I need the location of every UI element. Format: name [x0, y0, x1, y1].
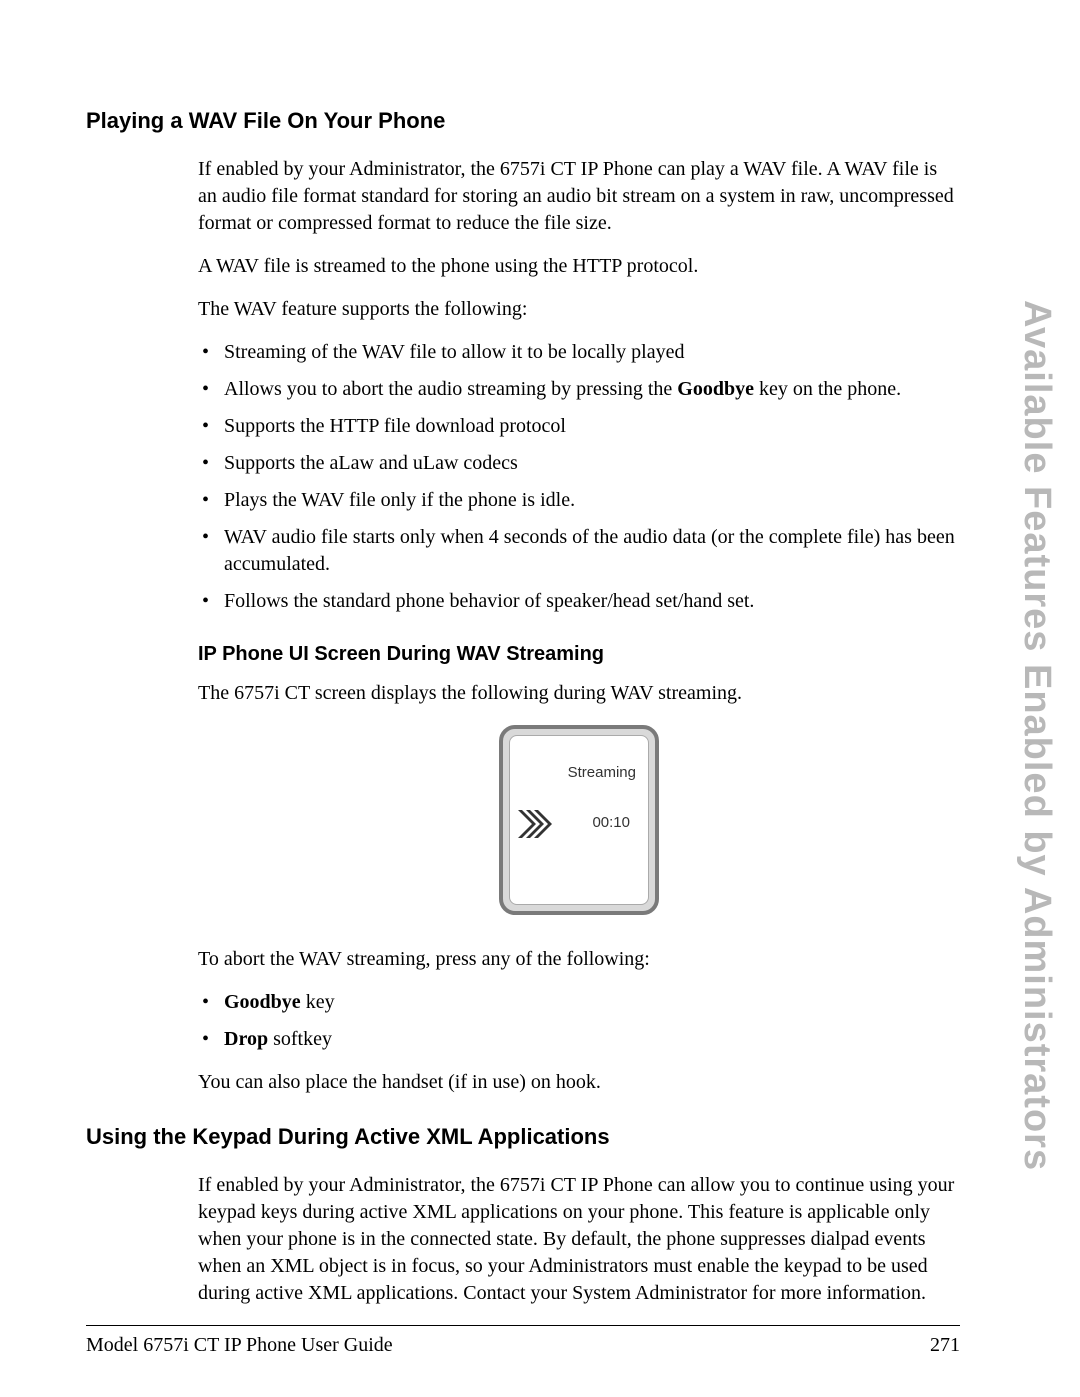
bold-word: Drop [224, 1028, 268, 1050]
list-item: WAV audio file starts only when 4 second… [198, 524, 960, 578]
list-item: Plays the WAV file only if the phone is … [198, 487, 960, 514]
text: key on the phone. [754, 378, 901, 400]
section1-body: If enabled by your Administrator, the 67… [198, 156, 960, 1096]
footer-page-number: 271 [930, 1334, 960, 1357]
footer-left: Model 6757i CT IP Phone User Guide [86, 1334, 393, 1357]
page: Available Features Enabled by Administra… [0, 0, 1080, 1397]
paragraph: The WAV feature supports the following: [198, 296, 960, 323]
bold-word: Goodbye [224, 991, 301, 1013]
main-content: Playing a WAV File On Your Phone If enab… [86, 108, 960, 1323]
side-section-label: Available Features Enabled by Administra… [1018, 300, 1056, 1171]
paragraph: If enabled by your Administrator, the 67… [198, 1172, 960, 1307]
text: Allows you to abort the audio streaming … [224, 378, 677, 400]
section-heading-keypad: Using the Keypad During Active XML Appli… [86, 1124, 960, 1150]
text: key [301, 991, 335, 1013]
section2-body: If enabled by your Administrator, the 67… [198, 1172, 960, 1307]
paragraph: You can also place the handset (if in us… [198, 1069, 960, 1096]
screen-time: 00:10 [592, 814, 630, 831]
feature-list: Streaming of the WAV file to allow it to… [198, 339, 960, 615]
list-item: Streaming of the WAV file to allow it to… [198, 339, 960, 366]
list-item: Follows the standard phone behavior of s… [198, 588, 960, 615]
page-footer: Model 6757i CT IP Phone User Guide 271 [86, 1325, 960, 1357]
chevrons-icon [518, 806, 558, 846]
subsection-heading-ui-screen: IP Phone UI Screen During WAV Streaming [198, 643, 960, 666]
list-item: Allows you to abort the audio streaming … [198, 376, 960, 403]
list-item: Goodbye key [198, 989, 960, 1016]
phone-illustration: Streaming 00:10 [198, 725, 960, 920]
phone-screen: Streaming 00:10 [509, 735, 649, 905]
phone-frame: Streaming 00:10 [499, 725, 659, 915]
section-heading-wav: Playing a WAV File On Your Phone [86, 108, 960, 134]
list-item: Supports the aLaw and uLaw codecs [198, 450, 960, 477]
paragraph: The 6757i CT screen displays the followi… [198, 680, 960, 707]
paragraph: If enabled by your Administrator, the 67… [198, 156, 960, 237]
abort-list: Goodbye key Drop softkey [198, 989, 960, 1053]
footer-rule [86, 1325, 960, 1326]
screen-label-streaming: Streaming [568, 764, 636, 781]
text: softkey [268, 1028, 332, 1050]
list-item: Supports the HTTP file download protocol [198, 413, 960, 440]
paragraph: A WAV file is streamed to the phone usin… [198, 253, 960, 280]
list-item: Drop softkey [198, 1026, 960, 1053]
goodbye-word: Goodbye [677, 378, 754, 400]
paragraph: To abort the WAV streaming, press any of… [198, 946, 960, 973]
